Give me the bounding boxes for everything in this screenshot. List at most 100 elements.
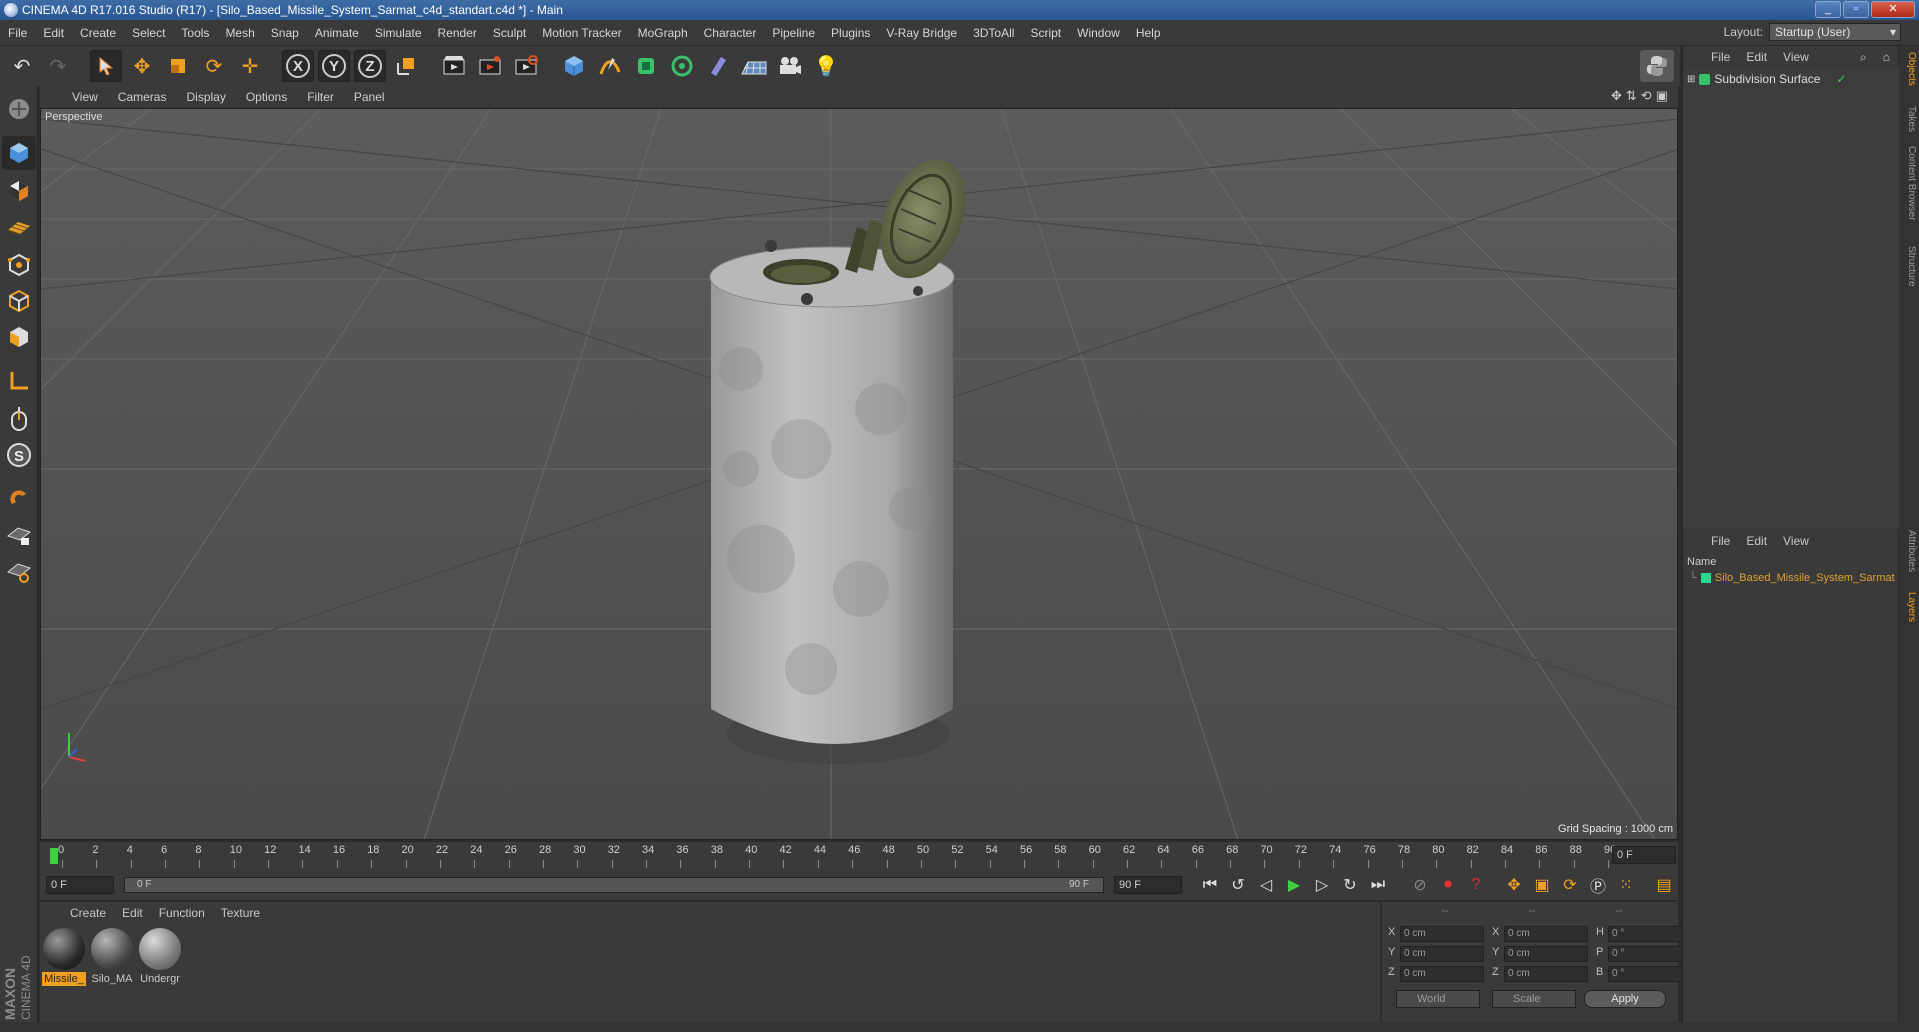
key-pla-icon[interactable]: ⁙ [1613,872,1639,898]
render-settings-icon[interactable] [510,50,542,82]
next-keyframe-icon[interactable]: ↻ [1337,872,1363,898]
size-x-field[interactable]: 0 cm [1504,926,1588,942]
home-icon[interactable]: ⌂ [1875,50,1898,64]
menu-snap[interactable]: Snap [263,26,307,40]
coord-mode-dropdown[interactable]: Scale [1492,990,1576,1008]
maximize-button[interactable]: ▫ [1843,1,1869,18]
menu-pipeline[interactable]: Pipeline [764,26,823,40]
keyframe-selection-icon[interactable]: ? [1463,872,1489,898]
material-swatch-silo[interactable]: Silo_MA [90,928,134,986]
menu-tools[interactable]: Tools [173,26,217,40]
next-frame-icon[interactable]: ▷ [1309,872,1335,898]
texture-mode-icon[interactable] [2,174,36,208]
key-scale-icon[interactable]: ▣ [1529,872,1555,898]
menu-mograph[interactable]: MoGraph [630,26,696,40]
material-menu-function[interactable]: Function [151,906,213,920]
expand-icon[interactable]: ⊞ [1687,74,1695,85]
axis-x-button[interactable]: X [282,50,314,82]
autokey-icon[interactable]: ⏺ [1435,872,1461,898]
record-keys-icon[interactable]: ⊘ [1407,872,1433,898]
perspective-viewport[interactable]: Perspective Grid Spacing : 1000 cm [40,108,1678,840]
light-bulb-icon[interactable]: 💡 [810,50,842,82]
play-icon[interactable]: ▶ [1281,872,1307,898]
menu-motion-tracker[interactable]: Motion Tracker [534,26,629,40]
layer-menu-file[interactable]: File [1703,534,1738,548]
tab-layers[interactable]: Layers [1901,592,1917,622]
move-icon[interactable]: ✥ [126,50,158,82]
playhead[interactable] [50,848,58,864]
menu-mesh[interactable]: Mesh [217,26,262,40]
layout-select[interactable]: Startup (User) [1769,23,1901,41]
viewport-menu-filter[interactable]: Filter [297,90,344,104]
current-frame-field[interactable]: 0 F [1612,846,1676,864]
previous-keyframe-icon[interactable]: ↺ [1225,872,1251,898]
coordinate-system-icon[interactable] [390,50,422,82]
tab-content-browser[interactable]: Content Browser [1901,146,1917,220]
position-z-field[interactable]: 0 cm [1400,966,1484,982]
cube-primitive-icon[interactable] [558,50,590,82]
size-y-field[interactable]: 0 cm [1504,946,1588,962]
redo-icon[interactable]: ↷ [42,50,74,82]
end-frame-field[interactable]: 90 F [1114,876,1182,894]
rotate-icon[interactable]: ⟳ [198,50,230,82]
object-menu-edit[interactable]: Edit [1738,50,1775,64]
make-editable-icon[interactable] [2,92,36,126]
viewport-menu-options[interactable]: Options [236,90,297,104]
tab-attributes[interactable]: Attributes [1901,530,1917,572]
menu-script[interactable]: Script [1022,26,1069,40]
menu-sculpt[interactable]: Sculpt [485,26,534,40]
coord-system-dropdown[interactable]: World [1396,990,1480,1008]
viewport-menu-panel[interactable]: Panel [344,90,395,104]
timeline-window-icon[interactable]: ▤ [1651,872,1677,898]
menu-edit[interactable]: Edit [35,26,72,40]
tab-takes[interactable]: Takes [1901,106,1917,132]
render-picture-viewer-icon[interactable] [474,50,506,82]
apply-button[interactable]: Apply [1584,990,1666,1008]
render-view-icon[interactable] [438,50,470,82]
axis-z-button[interactable]: Z [354,50,386,82]
viewport-menu-cameras[interactable]: Cameras [108,90,177,104]
model-mode-icon[interactable] [2,136,36,170]
key-position-icon[interactable]: ✥ [1501,872,1527,898]
menu-select[interactable]: Select [124,26,173,40]
workplane-mode-icon[interactable] [2,210,36,244]
menu-3dtoall[interactable]: 3DToAll [965,26,1022,40]
select-arrow-icon[interactable] [90,50,122,82]
viewport-menu-display[interactable]: Display [176,90,235,104]
search-icon[interactable]: ⌕ [1852,50,1875,65]
object-row[interactable]: ⊞ Subdivision Surface ✓ [1687,72,1847,86]
rotation-p-field[interactable]: 0 ° [1608,946,1692,962]
frame-range-slider[interactable]: 0 F 90 F [124,877,1104,893]
axis-mode-icon[interactable] [2,364,36,398]
material-menu-edit[interactable]: Edit [114,906,151,920]
orbit-icon[interactable]: ⟲ [1641,88,1652,104]
go-to-start-icon[interactable]: ⏮ [1197,872,1223,898]
menu-plugins[interactable]: Plugins [823,26,878,40]
scale-icon[interactable] [162,50,194,82]
tab-objects[interactable]: Objects [1901,52,1917,86]
deformer-icon[interactable] [702,50,734,82]
menu-file[interactable]: File [0,26,35,40]
position-y-field[interactable]: 0 cm [1400,946,1484,962]
points-mode-icon[interactable] [2,248,36,282]
python-script-button[interactable] [1640,50,1674,82]
layer-menu-edit[interactable]: Edit [1738,534,1775,548]
layer-menu-view[interactable]: View [1775,534,1817,548]
edges-mode-icon[interactable] [2,284,36,318]
pan-icon[interactable]: ✥ [1611,88,1622,104]
menu-vray-bridge[interactable]: V-Ray Bridge [878,26,965,40]
visibility-check-icon[interactable]: ✓ [1836,72,1846,86]
previous-frame-icon[interactable]: ◁ [1253,872,1279,898]
key-rotation-icon[interactable]: ⟳ [1557,872,1583,898]
go-to-end-icon[interactable]: ⏭ [1365,872,1391,898]
magnet-icon[interactable] [2,480,36,514]
material-swatch-missile[interactable]: Missile_ [42,928,86,986]
position-x-field[interactable]: 0 cm [1400,926,1484,942]
spline-pen-icon[interactable] [594,50,626,82]
live-selection-icon[interactable]: ✛ [234,50,266,82]
frame-ruler[interactable]: 0 2 4 6 8 10 12 14 16 18 20 22 24 26 28 30 32 34 36 38 40 42 4… [50,844,1616,868]
close-button[interactable]: ✕ [1871,1,1915,18]
material-menu-create[interactable]: Create [62,906,114,920]
mograph-cloner-icon[interactable] [666,50,698,82]
timeline-ruler[interactable]: 0 2 4 6 8 10 12 14 16 18 20 22 24 26 28 30 32 34 36 38 40 42 4… [40,842,1678,870]
